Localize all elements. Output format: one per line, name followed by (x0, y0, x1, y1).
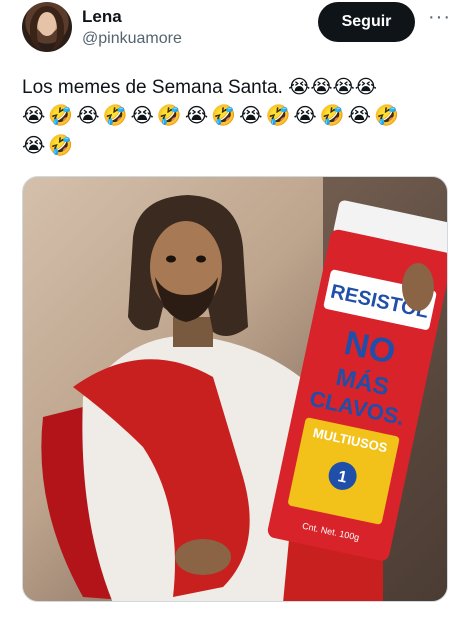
follow-button[interactable]: Seguir (318, 2, 415, 42)
author-name[interactable]: Lena (82, 7, 122, 27)
author-avatar[interactable] (22, 2, 72, 52)
tweet-header: Lena @pinkuamore Seguir ··· (18, 2, 458, 58)
author-handle[interactable]: @pinkuamore (82, 30, 182, 48)
tweet-emoji-line-1: 😭🤣😭🤣😭🤣😭🤣😭🤣😭🤣😭🤣 (22, 105, 402, 127)
media-photo: RESISTOL NO MÁS CLAVOS. MULTIUSOS 1 Cnt.… (23, 177, 447, 601)
tweet-emoji-line-2: 😭🤣 (22, 135, 77, 157)
tweet-text: Los memes de Semana Santa. 😭😭😭😭 (22, 77, 377, 98)
avatar-face (38, 12, 56, 36)
more-options-icon[interactable]: ··· (428, 7, 450, 32)
tweet-media-image[interactable]: RESISTOL NO MÁS CLAVOS. MULTIUSOS 1 Cnt.… (22, 176, 448, 602)
